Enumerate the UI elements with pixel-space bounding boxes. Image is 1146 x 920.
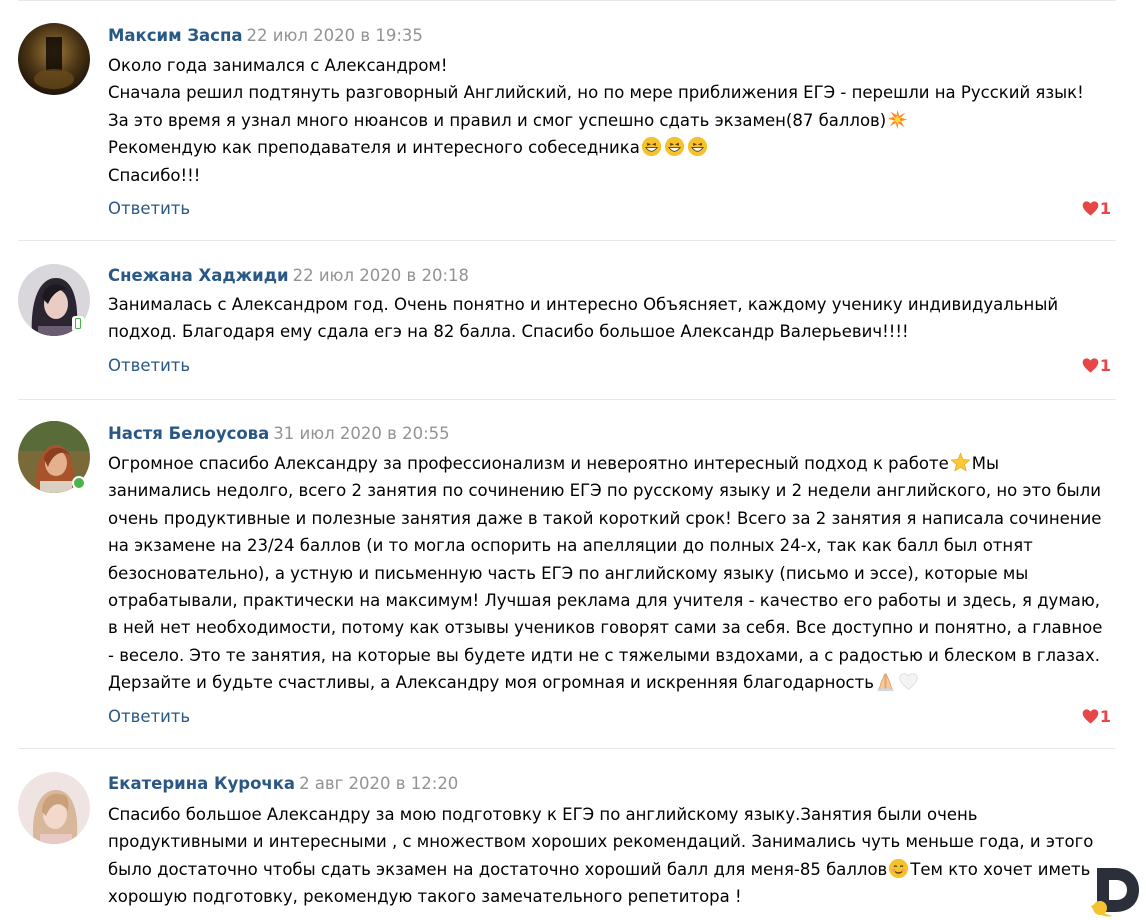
comment-line: Дерзайте и будьте счастливы, а Александр…: [108, 669, 1118, 696]
comment-line: занимались недолго, всего 2 занятия по с…: [108, 481, 1101, 501]
comment-line: Рекомендую как преподавателя и интересно…: [108, 134, 1118, 161]
heart-icon: [1082, 201, 1099, 216]
comment-header: Максим Заспа 22 июл 2020 в 19:35: [108, 25, 423, 47]
author-name[interactable]: Максим Заспа: [108, 26, 243, 45]
comment-header: Настя Белоусова 31 июл 2020 в 20:55: [108, 423, 450, 445]
comment-text: Занималась с Александром год. Очень поня…: [108, 291, 1118, 346]
comment-line: хорошую подготовку, рекомендую такого за…: [108, 887, 742, 907]
like-count: 1: [1099, 356, 1111, 375]
top-divider: [18, 0, 1116, 1]
comment-divider: [18, 748, 1116, 749]
comment-line: Огромное спасибо Александру за профессио…: [108, 452, 1000, 473]
comment-header: Екатерина Курочка 2 авг 2020 в 12:20: [108, 773, 458, 795]
star-emoji-icon: [950, 452, 971, 473]
reply-button[interactable]: Ответить: [108, 355, 190, 377]
comment-line: на экзамене на 23/24 баллов (и то могла …: [108, 536, 1033, 556]
comment-line: За это время я узнал много нюансов и пра…: [108, 107, 1118, 134]
mobile-online-icon: [72, 316, 84, 332]
comment-line: Около года занимался с Александром!: [108, 56, 448, 75]
comments-feed: Максим Заспа 22 июл 2020 в 19:35 Около го…: [0, 0, 1146, 920]
comment-line: Спасибо большое Александру за мою подгот…: [108, 805, 978, 824]
comment-line: продуктивными и интересными , с множеств…: [108, 832, 1094, 852]
comment-line: Занималась с Александром год. Очень поня…: [108, 295, 1059, 314]
heart-icon: [1082, 709, 1099, 724]
grinning-face-emoji-icon: [641, 136, 662, 157]
smiling-face-emoji-icon: [888, 858, 909, 879]
comment-line: подход. Благодаря ему сдала егэ на 82 ба…: [108, 322, 909, 342]
reply-button[interactable]: Ответить: [108, 706, 190, 728]
author-name[interactable]: Снежана Хаджиди: [108, 266, 289, 285]
like-button[interactable]: 1: [1071, 706, 1111, 728]
comment-text: Огромное спасибо Александру за профессио…: [108, 450, 1118, 697]
folded-hands-emoji-icon: [875, 671, 896, 692]
comment-divider: [18, 399, 1116, 400]
comment-date[interactable]: 2 авг 2020 в 12:20: [299, 774, 458, 793]
comment-line: отрабатывали, практически на максимум! Л…: [108, 591, 1101, 611]
comment-line: в ней нет необходимости, потому как отзы…: [108, 618, 1103, 638]
collision-emoji-icon: [887, 109, 908, 130]
grinning-face-emoji-icon: [687, 136, 708, 157]
comment-line: - весело. Это те занятия, на которые вы …: [108, 645, 1101, 665]
reply-button[interactable]: Ответить: [108, 198, 190, 220]
comment-line: очень продуктивные и полезные занятия да…: [108, 508, 1102, 528]
like-count: 1: [1099, 199, 1111, 218]
comment-header: Снежана Хаджиди 22 июл 2020 в 20:18: [108, 265, 469, 287]
author-name[interactable]: Екатерина Курочка: [108, 774, 295, 793]
author-name[interactable]: Настя Белоусова: [108, 424, 269, 443]
comment-line: безосновательно), а устную и письменную …: [108, 563, 1029, 583]
heart-icon: [1082, 358, 1099, 373]
like-count: 1: [1099, 707, 1111, 726]
comment-line: Спасибо!!!: [108, 165, 201, 185]
comment-text: Спасибо большое Александру за мою подгот…: [108, 801, 1118, 911]
comment-divider: [18, 240, 1116, 241]
grinning-face-emoji-icon: [664, 136, 685, 157]
avatar[interactable]: [18, 772, 90, 844]
comment-line: Сначала решил подтянуть разговорный Англ…: [108, 83, 1084, 103]
white-heart-emoji-icon: [898, 671, 919, 692]
comment-date[interactable]: 22 июл 2020 в 20:18: [293, 266, 469, 285]
comment-text: Около года занимался с Александром! Снач…: [108, 52, 1118, 189]
like-button[interactable]: 1: [1071, 355, 1111, 377]
like-button[interactable]: 1: [1071, 198, 1111, 220]
online-status-icon: [72, 476, 86, 490]
comment-line: было достаточно чтобы сдать экзамен на д…: [108, 858, 1091, 879]
comment-date[interactable]: 22 июл 2020 в 19:35: [247, 26, 423, 45]
comment-date[interactable]: 31 июл 2020 в 20:55: [273, 424, 449, 443]
watermark-logo: [1091, 862, 1143, 918]
avatar[interactable]: [18, 23, 90, 95]
